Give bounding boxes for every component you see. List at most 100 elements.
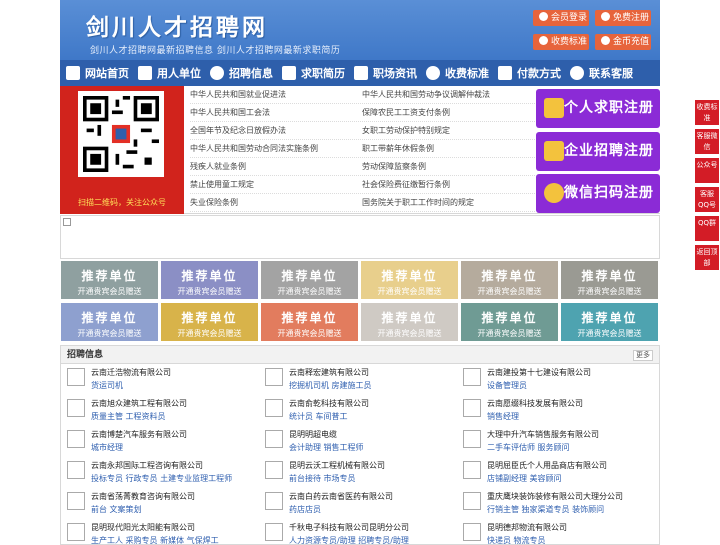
- law-link[interactable]: 国务院关于职工工作时间的规定: [362, 194, 534, 211]
- company-name[interactable]: 重庆鹰块装饰装修有限公司大理分公司: [487, 491, 659, 503]
- company-name[interactable]: 云南永邦国际工程咨询有限公司: [91, 460, 263, 472]
- nav-contact[interactable]: 联系客服: [570, 60, 633, 86]
- law-link[interactable]: 劳动保障监察条例: [362, 158, 534, 175]
- job-positions[interactable]: 前台 文案策划: [91, 503, 263, 516]
- company-name[interactable]: 昆明德邦物流有限公司: [487, 522, 659, 534]
- company-logo[interactable]: [463, 399, 481, 417]
- job-item[interactable]: 云南博楚汽车服务有限公司 城市经理: [65, 429, 263, 456]
- company-logo[interactable]: [463, 492, 481, 510]
- job-positions[interactable]: 城市经理: [91, 441, 263, 454]
- job-item[interactable]: 千秋电子科技有限公司昆明分公司 人力资源专员/助理 招聘专员/助理: [263, 522, 461, 544]
- job-item[interactable]: 昆明明超电缆 会计助理 销售工程师: [263, 429, 461, 456]
- law-link[interactable]: 失业保险条例: [190, 194, 362, 211]
- job-positions[interactable]: 药店店员: [289, 503, 461, 516]
- recommend-slot[interactable]: 推荐单位 开通贵宾会员赠送: [261, 303, 358, 341]
- law-link[interactable]: 中华人民共和国劳动争议调解仲裁法: [362, 86, 534, 103]
- law-link[interactable]: 残疾人就业条例: [190, 158, 362, 175]
- side-wechat-button[interactable]: 客服微信: [695, 129, 719, 154]
- company-logo[interactable]: [463, 523, 481, 541]
- recommend-slot[interactable]: 推荐单位 开通贵宾会员赠送: [461, 261, 558, 299]
- company-logo[interactable]: [463, 461, 481, 479]
- company-logo[interactable]: [463, 368, 481, 386]
- banner-ad[interactable]: [60, 215, 660, 259]
- job-positions[interactable]: 设备管理员: [487, 379, 659, 392]
- law-link[interactable]: 职工带薪年休假条例: [362, 140, 534, 157]
- law-link[interactable]: 中华人民共和国工会法: [190, 104, 362, 121]
- law-link[interactable]: 社会保险费征缴暂行条例: [362, 176, 534, 193]
- job-item[interactable]: 昆明德邦物流有限公司 快递员 物流专员: [461, 522, 659, 544]
- law-link[interactable]: 女职工劳动保护特别规定: [362, 122, 534, 139]
- company-name[interactable]: 云南省荡菁教育咨询有限公司: [91, 491, 263, 503]
- job-positions[interactable]: 货运司机: [91, 379, 263, 392]
- job-item[interactable]: 云南俞乾科技有限公司 统计员 车间普工: [263, 398, 461, 425]
- company-logo[interactable]: [67, 399, 85, 417]
- recommend-slot[interactable]: 推荐单位 开通贵宾会员赠送: [561, 303, 658, 341]
- job-item[interactable]: 云南建投第十七建设有限公司 设备管理员: [461, 367, 659, 394]
- company-name[interactable]: 云南愿缀科技发展有限公司: [487, 398, 659, 410]
- register-button[interactable]: 免费注册: [595, 10, 651, 26]
- job-positions[interactable]: 会计助理 销售工程师: [289, 441, 461, 454]
- nav-pricing[interactable]: 收费标准: [426, 60, 489, 86]
- job-positions[interactable]: 前台接待 市场专员: [289, 472, 461, 485]
- job-positions[interactable]: 统计员 车间普工: [289, 410, 461, 423]
- side-official-account-button[interactable]: 公众号: [695, 158, 719, 183]
- company-name[interactable]: 云南迁浩物流有限公司: [91, 367, 263, 379]
- recommend-slot[interactable]: 推荐单位 开通贵宾会员赠送: [261, 261, 358, 299]
- job-item[interactable]: 云南愿缀科技发展有限公司 销售经理: [461, 398, 659, 425]
- pricing-button[interactable]: 收费标准: [533, 34, 589, 50]
- job-positions[interactable]: 销售经理: [487, 410, 659, 423]
- law-link[interactable]: 中华人民共和国就业促进法: [190, 86, 362, 103]
- side-qq-group-button[interactable]: QQ群: [695, 216, 719, 241]
- company-logo[interactable]: [265, 492, 283, 510]
- job-item[interactable]: 云南释宏建筑有限公司 挖掘机司机 房建施工员: [263, 367, 461, 394]
- recommend-slot[interactable]: 推荐单位 开通贵宾会员赠送: [161, 261, 258, 299]
- recommend-slot[interactable]: 推荐单位 开通贵宾会员赠送: [461, 303, 558, 341]
- company-name[interactable]: 云南旭众建筑工程有限公司: [91, 398, 263, 410]
- job-item[interactable]: 云南永邦国际工程咨询有限公司 投标专员 行政专员 土建专业监理工程师: [65, 460, 263, 487]
- recommend-slot[interactable]: 推荐单位 开通贵宾会员赠送: [361, 303, 458, 341]
- more-link[interactable]: 更多: [633, 350, 653, 361]
- recharge-button[interactable]: 金币充值: [595, 34, 651, 50]
- job-item[interactable]: 昆明现代阳光太阳能有限公司 生产工人 采购专员 新媒体 气保焊工: [65, 522, 263, 544]
- job-item[interactable]: 重庆鹰块装饰装修有限公司大理分公司 行销主管 独家渠道专员 装饰顾问: [461, 491, 659, 518]
- job-positions[interactable]: 二手车评估师 服务顾问: [487, 441, 659, 454]
- company-name[interactable]: 昆明屈臣氏个人用品商店有限公司: [487, 460, 659, 472]
- job-item[interactable]: 云南旭众建筑工程有限公司 质量主管 工程资料员: [65, 398, 263, 425]
- job-positions[interactable]: 投标专员 行政专员 土建专业监理工程师: [91, 472, 263, 485]
- law-link[interactable]: 禁止使用童工规定: [190, 176, 362, 193]
- nav-employers[interactable]: 用人单位: [138, 60, 201, 86]
- login-button[interactable]: 会员登录: [533, 10, 589, 26]
- recommend-slot[interactable]: 推荐单位 开通贵宾会员赠送: [161, 303, 258, 341]
- company-logo[interactable]: [67, 430, 85, 448]
- job-item[interactable]: 云南迁浩物流有限公司 货运司机: [65, 367, 263, 394]
- job-positions[interactable]: 店铺副经理 美容顾问: [487, 472, 659, 485]
- nav-jobs[interactable]: 招聘信息: [210, 60, 273, 86]
- wechat-register-button[interactable]: 微信扫码注册: [536, 174, 660, 213]
- company-name[interactable]: 昆明现代阳光太阳能有限公司: [91, 522, 263, 534]
- company-logo[interactable]: [67, 368, 85, 386]
- job-item[interactable]: 昆明屈臣氏个人用品商店有限公司 店铺副经理 美容顾问: [461, 460, 659, 487]
- company-logo[interactable]: [67, 461, 85, 479]
- nav-home[interactable]: 网站首页: [66, 60, 129, 86]
- back-to-top-button[interactable]: 返回顶部: [695, 245, 719, 270]
- side-qq-button[interactable]: 客服QQ号: [695, 187, 719, 212]
- company-name[interactable]: 云南建投第十七建设有限公司: [487, 367, 659, 379]
- law-link[interactable]: 保障农民工工资支付条例: [362, 104, 534, 121]
- company-name[interactable]: 云南释宏建筑有限公司: [289, 367, 461, 379]
- job-positions[interactable]: 挖掘机司机 房建施工员: [289, 379, 461, 392]
- job-item[interactable]: 云南省荡菁教育咨询有限公司 前台 文案策划: [65, 491, 263, 518]
- side-pricing-button[interactable]: 收费标准: [695, 100, 719, 125]
- company-name[interactable]: 云南俞乾科技有限公司: [289, 398, 461, 410]
- job-item[interactable]: 大理中升汽车销售服务有限公司 二手车评估师 服务顾问: [461, 429, 659, 456]
- company-logo[interactable]: [67, 492, 85, 510]
- law-link[interactable]: 全国年节及纪念日放假办法: [190, 122, 362, 139]
- personal-register-button[interactable]: 个人求职注册: [536, 89, 660, 128]
- recommend-slot[interactable]: 推荐单位 开通贵宾会员赠送: [361, 261, 458, 299]
- company-name[interactable]: 大理中升汽车销售服务有限公司: [487, 429, 659, 441]
- recommend-slot[interactable]: 推荐单位 开通贵宾会员赠送: [561, 261, 658, 299]
- nav-news[interactable]: 职场资讯: [354, 60, 417, 86]
- nav-resumes[interactable]: 求职简历: [282, 60, 345, 86]
- job-positions[interactable]: 行销主管 独家渠道专员 装饰顾问: [487, 503, 659, 516]
- company-name[interactable]: 云南博楚汽车服务有限公司: [91, 429, 263, 441]
- job-item[interactable]: 昆明云沃工程机械有限公司 前台接待 市场专员: [263, 460, 461, 487]
